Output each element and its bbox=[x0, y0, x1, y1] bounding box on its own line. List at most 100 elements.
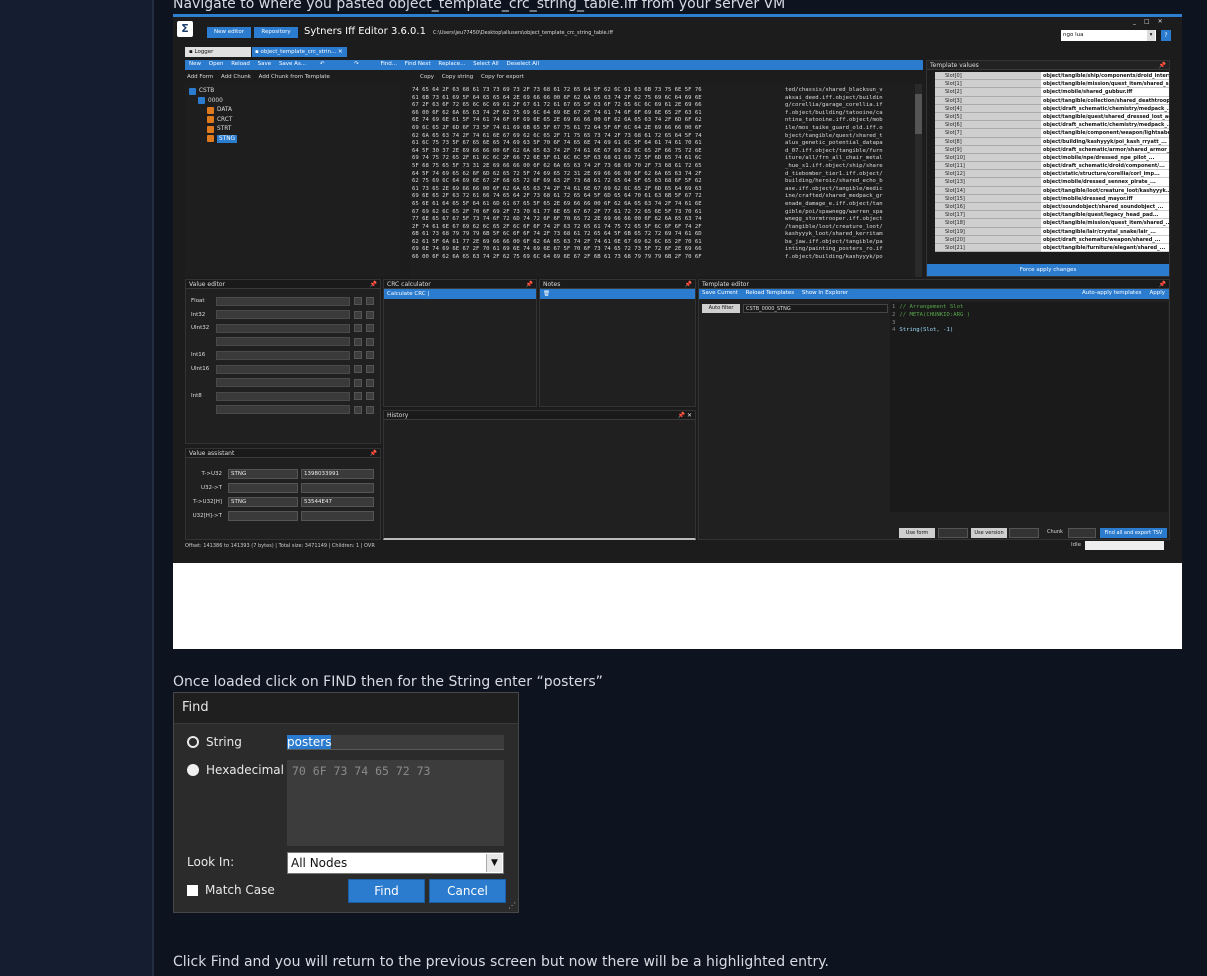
maximize-icon[interactable]: □ bbox=[1144, 18, 1150, 25]
new-editor-button[interactable]: New editor bbox=[207, 27, 251, 38]
repository-button[interactable]: Repository bbox=[254, 27, 298, 38]
value-action-button[interactable] bbox=[366, 378, 374, 387]
template-value-row[interactable]: Slot[1] object/tangible/mission/quest_ite… bbox=[935, 80, 1169, 89]
value-action-button[interactable] bbox=[354, 365, 362, 373]
template-value-row[interactable]: Slot[8] object/building/kashyyyk/poi_kash… bbox=[935, 137, 1169, 146]
tab-iff-file[interactable]: ▪ object_template_crc_strin... ✕ bbox=[252, 47, 347, 57]
force-apply-button[interactable]: Force apply changes bbox=[927, 264, 1169, 276]
template-filter-input[interactable]: CSTB_0000_STNG bbox=[743, 304, 888, 313]
open-button[interactable]: Open bbox=[209, 61, 224, 67]
value-action-button[interactable] bbox=[366, 297, 374, 305]
calculate-crc-field[interactable]: Calculate CRC | bbox=[384, 289, 536, 299]
value-action-button[interactable] bbox=[366, 392, 374, 401]
value-action-button[interactable] bbox=[354, 351, 362, 360]
template-value-row[interactable]: Slot[3] object/tangible/collection/shared… bbox=[935, 96, 1169, 105]
conversion-input[interactable]: STNG bbox=[228, 468, 298, 479]
value-input[interactable] bbox=[216, 405, 350, 415]
value-action-button[interactable] bbox=[354, 324, 362, 333]
conversion-input[interactable]: STNG bbox=[228, 496, 298, 507]
template-value-row[interactable]: Slot[14] object/tangible/loot/creature_lo… bbox=[935, 186, 1169, 195]
pin-icon[interactable]: 📌 bbox=[685, 280, 692, 288]
conversion-output[interactable]: 53544E47 bbox=[301, 496, 374, 507]
value-action-button[interactable] bbox=[366, 310, 374, 319]
pin-icon[interactable]: 📌 bbox=[370, 449, 377, 457]
template-value-row[interactable]: Slot[21] object/tangible/furniture/elegan… bbox=[935, 243, 1169, 253]
value-action-button[interactable] bbox=[354, 392, 362, 401]
template-value-row[interactable]: Slot[12] object/static/structure/corellia… bbox=[935, 170, 1169, 179]
history-controls-icon[interactable]: 📌 ✕ bbox=[678, 411, 692, 419]
help-button[interactable]: ? bbox=[1161, 30, 1171, 41]
tree-node[interactable]: STNG bbox=[207, 134, 238, 143]
value-action-button[interactable] bbox=[366, 337, 374, 346]
value-action-button[interactable] bbox=[354, 337, 362, 346]
lua-select[interactable]: ngo lua ▾ bbox=[1061, 30, 1156, 41]
template-value-row[interactable]: Slot[16] object/soundobject/shared_soundo… bbox=[935, 203, 1169, 212]
pin-icon[interactable]: 📌 bbox=[370, 280, 377, 288]
value-input[interactable] bbox=[216, 350, 350, 360]
resize-grip-icon[interactable]: ⋰ bbox=[508, 901, 516, 910]
undo-icon[interactable]: ↶ bbox=[320, 61, 325, 67]
value-input[interactable] bbox=[216, 337, 350, 347]
tree-node[interactable]: DATA bbox=[207, 106, 232, 114]
string-input[interactable]: posters bbox=[287, 735, 504, 750]
value-action-button[interactable] bbox=[366, 351, 374, 360]
template-value-row[interactable]: Slot[9] object/draft_schematic/armor/shar… bbox=[935, 145, 1169, 154]
value-action-button[interactable] bbox=[354, 378, 362, 387]
value-action-button[interactable] bbox=[354, 310, 362, 319]
tree-node[interactable]: STRT bbox=[207, 125, 231, 133]
close-icon[interactable]: ✕ bbox=[1158, 18, 1163, 25]
reload-button[interactable]: Reload bbox=[231, 61, 250, 67]
use-form-input[interactable] bbox=[938, 528, 968, 538]
select-all-button[interactable]: Select All bbox=[473, 61, 499, 67]
redo-icon[interactable]: ↷ bbox=[354, 61, 359, 67]
template-value-row[interactable]: Slot[18] object/tangible/mission/quest_it… bbox=[935, 219, 1169, 228]
conversion-input[interactable] bbox=[228, 482, 298, 493]
look-in-select[interactable]: All Nodes ▼ bbox=[287, 852, 504, 874]
value-action-button[interactable] bbox=[366, 365, 374, 373]
use-version-button[interactable]: Use version bbox=[971, 528, 1007, 538]
pin-icon[interactable]: 📌 bbox=[526, 280, 533, 288]
conversion-output[interactable] bbox=[301, 510, 374, 521]
value-input[interactable] bbox=[216, 310, 350, 320]
template-value-row[interactable]: Slot[11] object/draft_schematic/droid/com… bbox=[935, 162, 1169, 171]
template-value-row[interactable]: Slot[13] object/mobile/dressed_sennex_pir… bbox=[935, 178, 1169, 187]
find-button[interactable]: Find bbox=[348, 879, 425, 903]
value-input[interactable] bbox=[216, 364, 350, 374]
value-action-button[interactable] bbox=[354, 405, 362, 414]
template-value-row[interactable]: Slot[19] object/tangible/lair/crystal_sna… bbox=[935, 227, 1169, 236]
tree-node[interactable]: 0000 bbox=[198, 97, 223, 105]
find-next-button[interactable]: Find Next bbox=[405, 61, 431, 67]
save-current-button[interactable]: Save Current bbox=[702, 290, 738, 296]
hex-scrollbar[interactable] bbox=[915, 84, 922, 277]
value-input[interactable] bbox=[216, 378, 350, 388]
template-value-row[interactable]: Slot[10] object/mobile/npe/dressed_npe_pi… bbox=[935, 153, 1169, 163]
hexadecimal-input[interactable]: 70 6F 73 74 65 72 73 bbox=[287, 760, 504, 846]
find-all-export-tsv-button[interactable]: Find all and export TSV bbox=[1100, 528, 1167, 538]
template-code-editor[interactable]: 1// Arrangement Slot 2// META(CHUNKID:ARG… bbox=[890, 302, 1168, 512]
new-button[interactable]: New bbox=[189, 61, 201, 67]
copy-string-button[interactable]: Copy string bbox=[442, 74, 474, 80]
tree-node[interactable]: CRCT bbox=[207, 116, 232, 124]
show-in-explorer-button[interactable]: Show In Explorer bbox=[802, 290, 848, 296]
hex-view[interactable]: 74 65 64 2F 63 68 61 73 73 69 73 2F 73 6… bbox=[410, 84, 923, 277]
pin-icon[interactable]: 📌 bbox=[1159, 280, 1166, 288]
value-input[interactable] bbox=[216, 323, 350, 333]
replace-button[interactable]: Replace... bbox=[438, 61, 465, 67]
value-action-button[interactable] bbox=[354, 297, 362, 305]
match-case-checkbox[interactable] bbox=[187, 885, 198, 896]
tab-logger[interactable]: ▪ Logger bbox=[185, 47, 251, 57]
add-form-button[interactable]: Add Form bbox=[187, 74, 213, 80]
use-version-input[interactable] bbox=[1009, 528, 1039, 538]
find-button[interactable]: Find... bbox=[381, 61, 398, 67]
conversion-output[interactable]: 1398033991 bbox=[301, 468, 374, 479]
auto-apply-templates-button[interactable]: Auto-apply templates bbox=[1082, 289, 1141, 298]
template-value-row[interactable]: Slot[2] object/mobile/shared_gubbur.iff bbox=[935, 88, 1169, 97]
reload-templates-button[interactable]: Reload Templates bbox=[746, 290, 794, 296]
add-chunk-button[interactable]: Add Chunk bbox=[221, 74, 251, 80]
conversion-input[interactable] bbox=[228, 510, 298, 521]
string-radio[interactable] bbox=[187, 736, 199, 748]
template-value-row[interactable]: Slot[7] object/tangible/component/weapon/… bbox=[935, 129, 1169, 138]
value-action-button[interactable] bbox=[366, 405, 374, 414]
hexadecimal-radio[interactable] bbox=[187, 764, 199, 776]
tab-close-icon[interactable]: ✕ bbox=[338, 49, 343, 55]
